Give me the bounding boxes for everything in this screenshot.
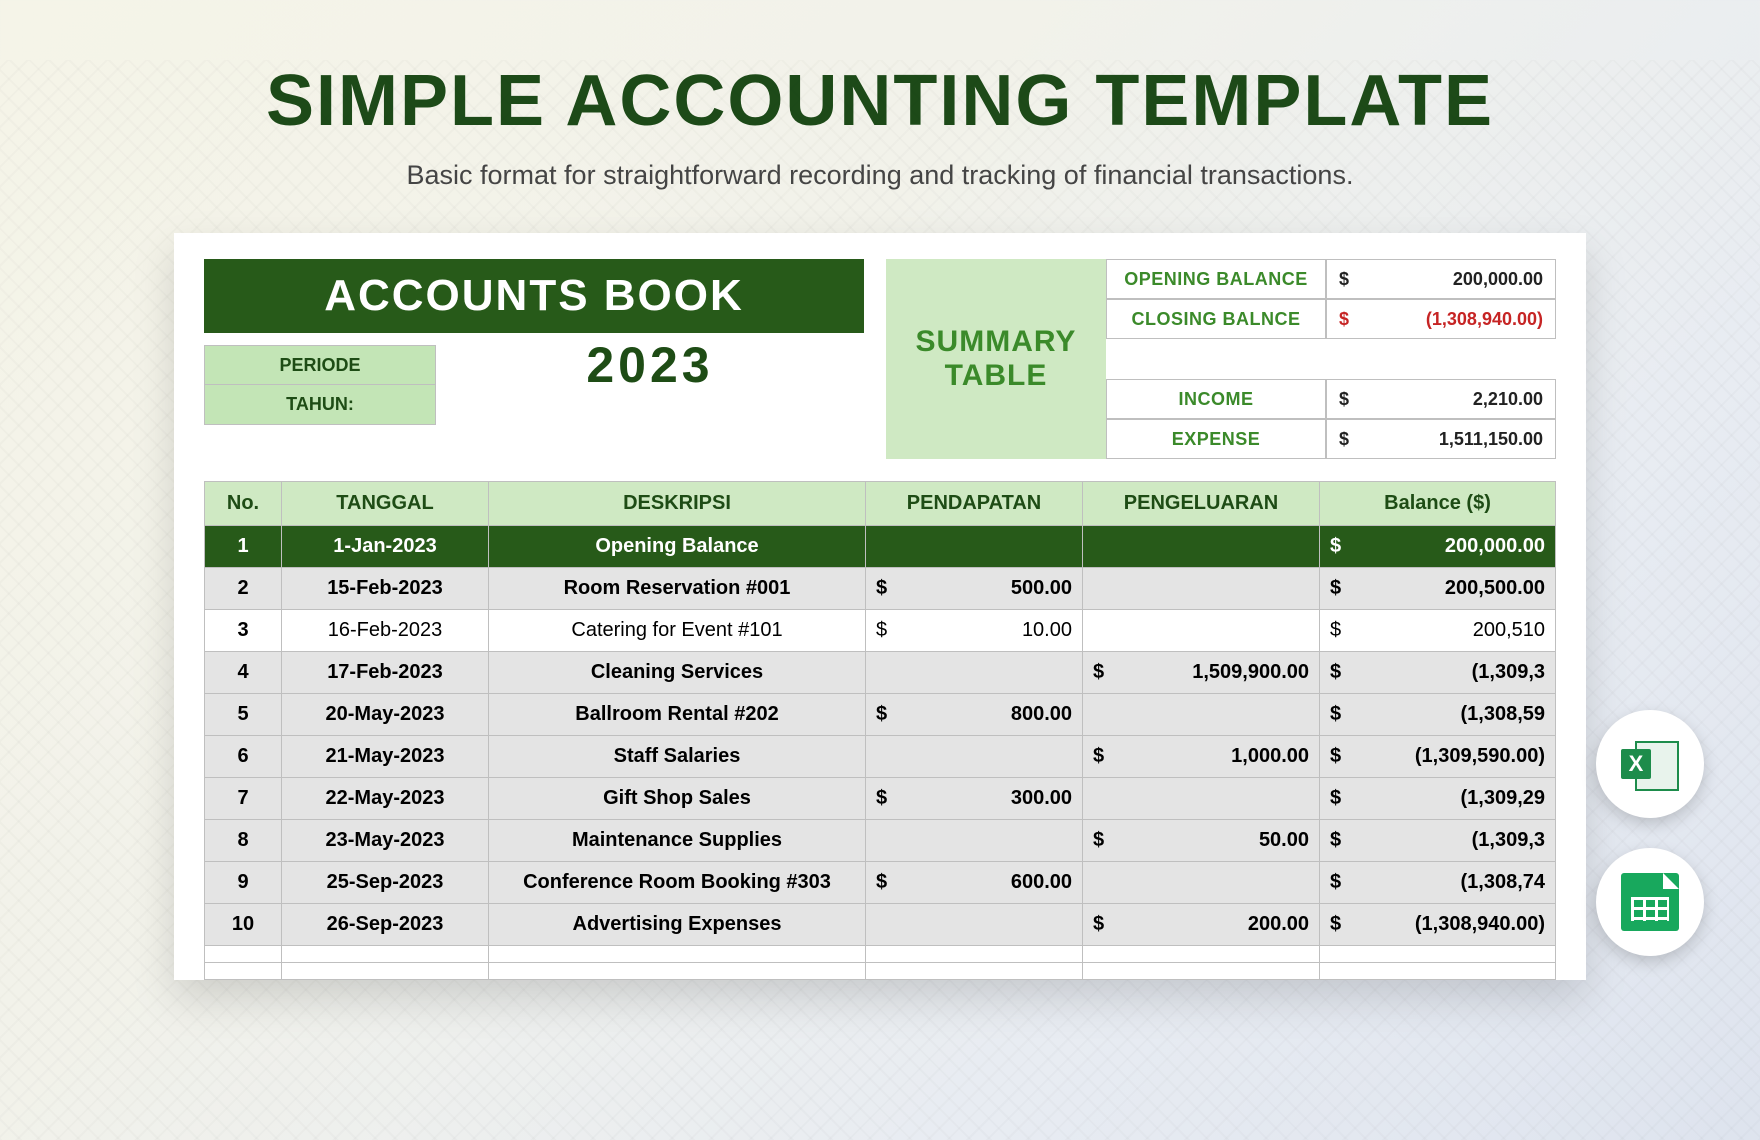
summary-label: INCOME xyxy=(1106,379,1326,419)
accounts-book-title: ACCOUNTS BOOK xyxy=(204,259,864,333)
summary-value: $200,000.00 xyxy=(1326,259,1556,299)
table-row: 520-May-2023Ballroom Rental #202$800.00$… xyxy=(205,694,1556,736)
ledger-table: No. TANGGAL DESKRIPSI PENDAPATAN PENGELU… xyxy=(204,481,1556,980)
summary-label: EXPENSE xyxy=(1106,419,1326,459)
accounts-book-panel: ACCOUNTS BOOK PERIODE 2023 TAHUN: xyxy=(204,259,864,459)
table-row: 215-Feb-2023Room Reservation #001$500.00… xyxy=(205,568,1556,610)
tahun-label: TAHUN: xyxy=(204,385,436,425)
periode-label: PERIODE xyxy=(204,345,436,385)
page-title: SIMPLE ACCOUNTING TEMPLATE xyxy=(0,60,1760,142)
table-row: 925-Sep-2023Conference Room Booking #303… xyxy=(205,862,1556,904)
google-sheets-icon xyxy=(1621,873,1679,931)
table-row: 11-Jan-2023Opening Balance$200,000.00 xyxy=(205,526,1556,568)
summary-value: $(1,308,940.00) xyxy=(1326,299,1556,339)
summary-title: SUMMARY TABLE xyxy=(886,259,1106,459)
table-row xyxy=(205,946,1556,963)
col-no: No. xyxy=(205,482,282,526)
summary-label: OPENING BALANCE xyxy=(1106,259,1326,299)
excel-badge[interactable]: X xyxy=(1596,710,1704,818)
excel-icon: X xyxy=(1621,735,1679,793)
sheets-badge[interactable] xyxy=(1596,848,1704,956)
page-subtitle: Basic format for straightforward recordi… xyxy=(0,160,1760,191)
table-row: 1026-Sep-2023Advertising Expenses$200.00… xyxy=(205,904,1556,946)
summary-value: $1,511,150.00 xyxy=(1326,419,1556,459)
col-deskripsi: DESKRIPSI xyxy=(489,482,866,526)
table-row xyxy=(205,963,1556,980)
col-balance: Balance ($) xyxy=(1320,482,1556,526)
summary-panel: SUMMARY TABLE OPENING BALANCE$200,000.00… xyxy=(886,259,1556,459)
year-value: 2023 xyxy=(436,345,864,385)
col-pendapatan: PENDAPATAN xyxy=(866,482,1083,526)
summary-label: CLOSING BALNCE xyxy=(1106,299,1326,339)
table-row: 316-Feb-2023Catering for Event #101$10.0… xyxy=(205,610,1556,652)
table-row: 417-Feb-2023Cleaning Services$1,509,900.… xyxy=(205,652,1556,694)
spreadsheet-card: ACCOUNTS BOOK PERIODE 2023 TAHUN: SUMMAR… xyxy=(174,233,1586,980)
col-tanggal: TANGGAL xyxy=(282,482,489,526)
table-row: 823-May-2023Maintenance Supplies$50.00$(… xyxy=(205,820,1556,862)
table-row: 722-May-2023Gift Shop Sales$300.00$(1,30… xyxy=(205,778,1556,820)
summary-value: $2,210.00 xyxy=(1326,379,1556,419)
col-pengeluaran: PENGELUARAN xyxy=(1083,482,1320,526)
table-row: 621-May-2023Staff Salaries$1,000.00$(1,3… xyxy=(205,736,1556,778)
